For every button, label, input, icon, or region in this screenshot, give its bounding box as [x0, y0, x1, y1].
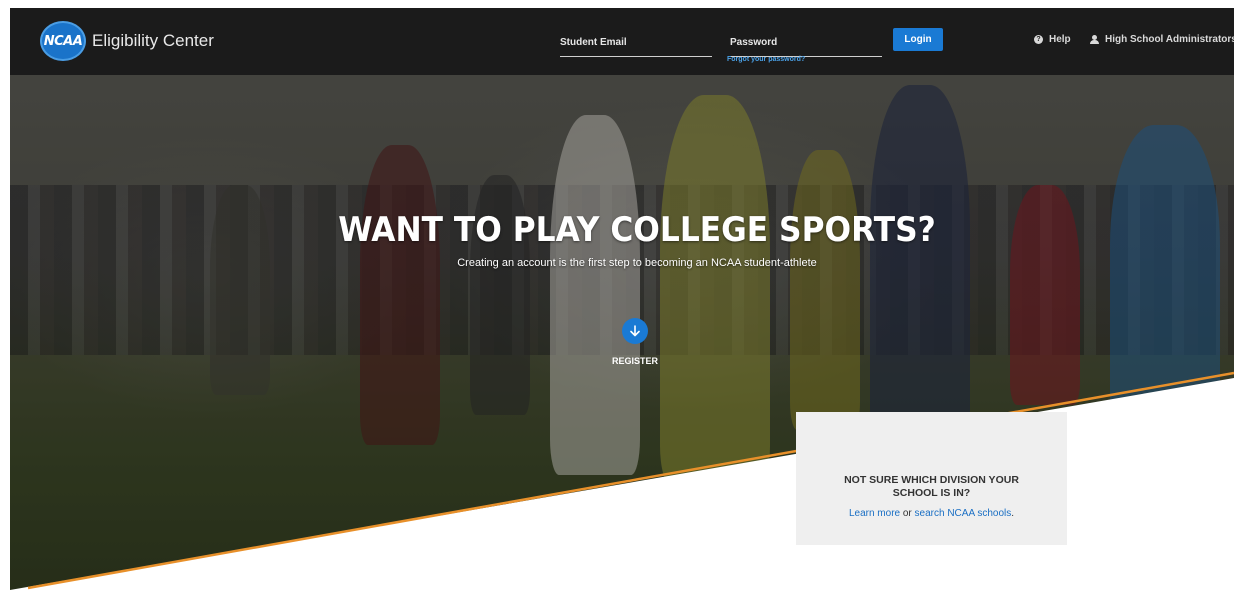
learn-more-link[interactable]: Learn more	[849, 508, 900, 519]
register-label[interactable]: REGISTER	[595, 356, 675, 366]
user-icon	[1090, 34, 1099, 45]
email-field-wrapper	[560, 32, 712, 57]
hero-banner: WANT TO PLAY COLLEGE SPORTS? Creating an…	[10, 75, 1234, 590]
password-field-wrapper	[730, 32, 882, 57]
page: NCAA Eligibility Center Forgot your pass…	[0, 0, 1234, 590]
ncaa-logo-badge: NCAA	[40, 21, 86, 61]
period-text: .	[1011, 508, 1015, 519]
logo-text: Eligibility Center	[92, 31, 214, 50]
login-button[interactable]: Login	[893, 28, 943, 51]
admin-label: High School Administrators	[1105, 34, 1234, 45]
question-circle-icon: ?	[1034, 35, 1043, 44]
help-label: Help	[1049, 34, 1071, 45]
student-email-input[interactable]	[560, 37, 712, 48]
arrow-down-icon	[630, 325, 640, 337]
search-ncaa-schools-link[interactable]: search NCAA schools	[915, 508, 1012, 519]
top-header: NCAA Eligibility Center Forgot your pass…	[10, 8, 1234, 75]
division-info-box: NOT SURE WHICH DIVISION YOUR SCHOOL IS I…	[796, 412, 1067, 545]
register-button[interactable]	[622, 318, 648, 344]
or-text: or	[900, 508, 915, 519]
division-links: Learn more or search NCAA schools.	[796, 508, 1067, 519]
help-link[interactable]: ? Help	[1034, 34, 1071, 45]
hero-title: WANT TO PLAY COLLEGE SPORTS?	[338, 210, 936, 250]
ncaa-logo[interactable]: NCAA Eligibility Center	[40, 21, 214, 61]
division-title: NOT SURE WHICH DIVISION YOUR SCHOOL IS I…	[844, 474, 1019, 499]
password-input[interactable]	[730, 37, 882, 48]
high-school-administrators-link[interactable]: High School Administrators	[1090, 34, 1234, 45]
forgot-password-link[interactable]: Forgot your password?	[727, 56, 805, 63]
hero-subtitle: Creating an account is the first step to…	[457, 257, 817, 269]
